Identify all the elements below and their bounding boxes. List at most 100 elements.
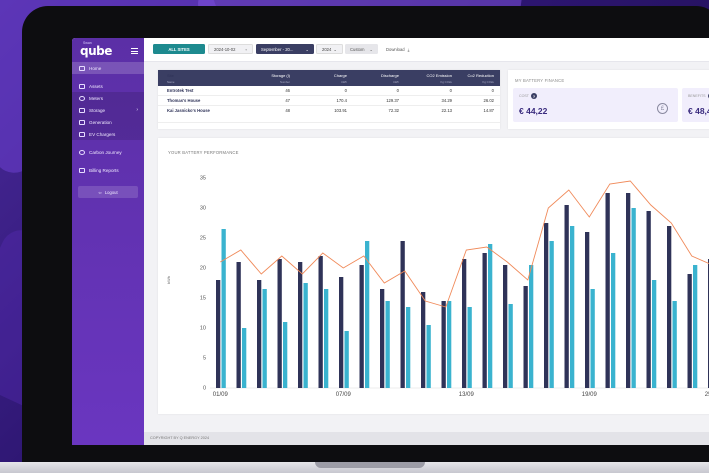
- column-header: Co2 Reduction: [467, 73, 494, 78]
- bar-series-2: [652, 280, 657, 388]
- sidebar-item-label: Home: [89, 65, 102, 71]
- table-row[interactable]: Entrotek Test 46 0 0 0 0: [158, 86, 500, 96]
- all-sites-button[interactable]: ALL SITES: [153, 44, 205, 54]
- bar-series-2: [467, 307, 472, 388]
- laptop-notch: [315, 462, 425, 468]
- sidebar-item-label: Storage: [89, 107, 106, 113]
- help-icon[interactable]: ?: [530, 93, 537, 99]
- sidebar-item-label: Assets: [89, 83, 103, 89]
- bar-series-2: [303, 283, 308, 388]
- bar-series-2: [426, 325, 431, 388]
- download-label: Download: [386, 46, 405, 52]
- bar-series-2: [324, 289, 329, 388]
- year-select[interactable]: 2024 ⌄: [316, 44, 343, 54]
- solar-icon: [79, 119, 85, 125]
- bar-series-1: [503, 265, 508, 388]
- sites-table: Site Name Storage (l) Number Charge kWh Dis…: [158, 70, 500, 129]
- sidebar-item-storage[interactable]: Storage ›: [72, 104, 144, 116]
- battery-icon: [79, 107, 85, 113]
- bar-series-2: [611, 253, 616, 388]
- column-header: Storage (l): [271, 73, 290, 78]
- sidebar-item-home[interactable]: Home: [72, 62, 144, 74]
- sidebar-item-ev-chargers[interactable]: EV Chargers: [72, 128, 144, 140]
- site-name[interactable]: Kai Jasnicko's House: [158, 108, 230, 113]
- sidebar-item-billing-reports[interactable]: Billing Reports: [72, 164, 144, 176]
- bar-series-1: [298, 262, 303, 388]
- x-tick-label: 19/09: [582, 392, 598, 398]
- bar-series-2: [221, 229, 226, 388]
- assets-submenu: Meters Storage › Generation EV Chargers: [72, 92, 144, 140]
- emission-cell: 34.29: [441, 98, 452, 103]
- discharge-cell: 72.32: [388, 108, 399, 113]
- bar-series-2: [549, 241, 554, 388]
- toolbar: ALL SITES 2024-10-02 ▫ September - 20...…: [144, 38, 709, 62]
- bar-series-2: [529, 265, 534, 388]
- x-tick-label: 25/09: [705, 392, 709, 398]
- bar-series-1: [523, 286, 528, 388]
- storage-cell: 46: [285, 88, 290, 93]
- column-header: Site: [167, 73, 174, 78]
- x-tick-label: 01/09: [213, 392, 229, 398]
- bar-series-1: [564, 205, 569, 388]
- sidebar-item-label: Carbon Journey: [89, 149, 122, 155]
- table-row[interactable]: Thomas's House 47 170.4 129.37 34.29 26.…: [158, 96, 500, 106]
- battery-performance-chart: kWh 0 5 10 15 20 25 30 35 01/09 07/09 13/09 19/09 25…: [166, 176, 709, 398]
- month-select[interactable]: September - 20... ⌄: [256, 44, 314, 54]
- sidebar: Swan qube Home Assets Meters Storage › G…: [72, 38, 144, 445]
- charge-cell: 170.4: [336, 98, 347, 103]
- y-tick-label: 15: [200, 296, 206, 302]
- storage-cell: 48: [285, 108, 290, 113]
- pound-coin-icon: £: [657, 103, 668, 114]
- storage-cell: 47: [285, 98, 290, 103]
- cost-value: € 44,22: [519, 106, 548, 116]
- charge-cell: 0: [344, 88, 347, 93]
- bar-series-2: [488, 244, 493, 388]
- column-header: Charge: [333, 73, 347, 78]
- leaf-icon: [79, 149, 85, 155]
- y-axis-label: kWh: [166, 276, 171, 284]
- cost-label: COST: [519, 94, 529, 98]
- table-row[interactable]: Kai Jasnicko's House 48 103.91 72.32 22.…: [158, 106, 500, 123]
- column-subheader: Kg CO2e: [482, 79, 494, 84]
- bar-series-1: [462, 259, 467, 388]
- date-picker[interactable]: 2024-10-02 ▫: [208, 44, 253, 54]
- bar-series-2: [508, 304, 513, 388]
- bar-series-2: [406, 307, 411, 388]
- site-name[interactable]: Thomas's House: [158, 98, 230, 103]
- y-tick-label: 25: [200, 236, 206, 242]
- table-header: Site Name Storage (l) Number Charge kWh Dis…: [158, 70, 500, 86]
- download-button[interactable]: Download ⤓: [381, 44, 419, 54]
- bar-series-2: [590, 289, 595, 388]
- assets-icon: [79, 83, 85, 89]
- sidebar-item-label: EV Chargers: [89, 131, 116, 137]
- bar-series-1: [277, 259, 282, 388]
- bar-series-1: [605, 193, 610, 388]
- discharge-cell: 129.37: [386, 98, 399, 103]
- bar-series-1: [687, 274, 692, 388]
- bar-series-1: [667, 226, 672, 388]
- footer: COPYRIGHT BY Q ENERGY 2024: [144, 432, 709, 445]
- invoice-icon: [79, 167, 85, 173]
- column-subheader: Name: [167, 79, 175, 84]
- site-name[interactable]: Entrotek Test: [158, 88, 230, 93]
- benefit-value: € 48,44: [688, 106, 709, 116]
- sidebar-item-assets[interactable]: Assets: [72, 80, 144, 92]
- sidebar-item-generation[interactable]: Generation: [72, 116, 144, 128]
- bar-series-1: [380, 289, 385, 388]
- y-tick-label: 35: [200, 176, 206, 182]
- sidebar-item-carbon-journey[interactable]: Carbon Journey: [72, 146, 144, 158]
- bar-series-1: [646, 211, 651, 388]
- download-icon: ⤓: [407, 46, 410, 52]
- logout-button[interactable]: ⇦ Logout: [78, 186, 138, 198]
- custom-range-select[interactable]: Custom ⌄: [345, 44, 378, 54]
- menu-icon[interactable]: [131, 48, 138, 54]
- battery-finance-card: MY BATTERY FINANCE COST ? € 44,22 £ BENE…: [508, 70, 709, 129]
- sidebar-item-meters[interactable]: Meters: [72, 92, 144, 104]
- bar-series-1: [585, 232, 590, 388]
- custom-label: Custom: [350, 46, 365, 52]
- column-header: Discharge: [380, 73, 399, 78]
- y-tick-label: 0: [203, 386, 206, 392]
- x-tick-label: 13/09: [459, 392, 475, 398]
- bar-series-1: [216, 280, 221, 388]
- y-tick-label: 10: [200, 326, 206, 332]
